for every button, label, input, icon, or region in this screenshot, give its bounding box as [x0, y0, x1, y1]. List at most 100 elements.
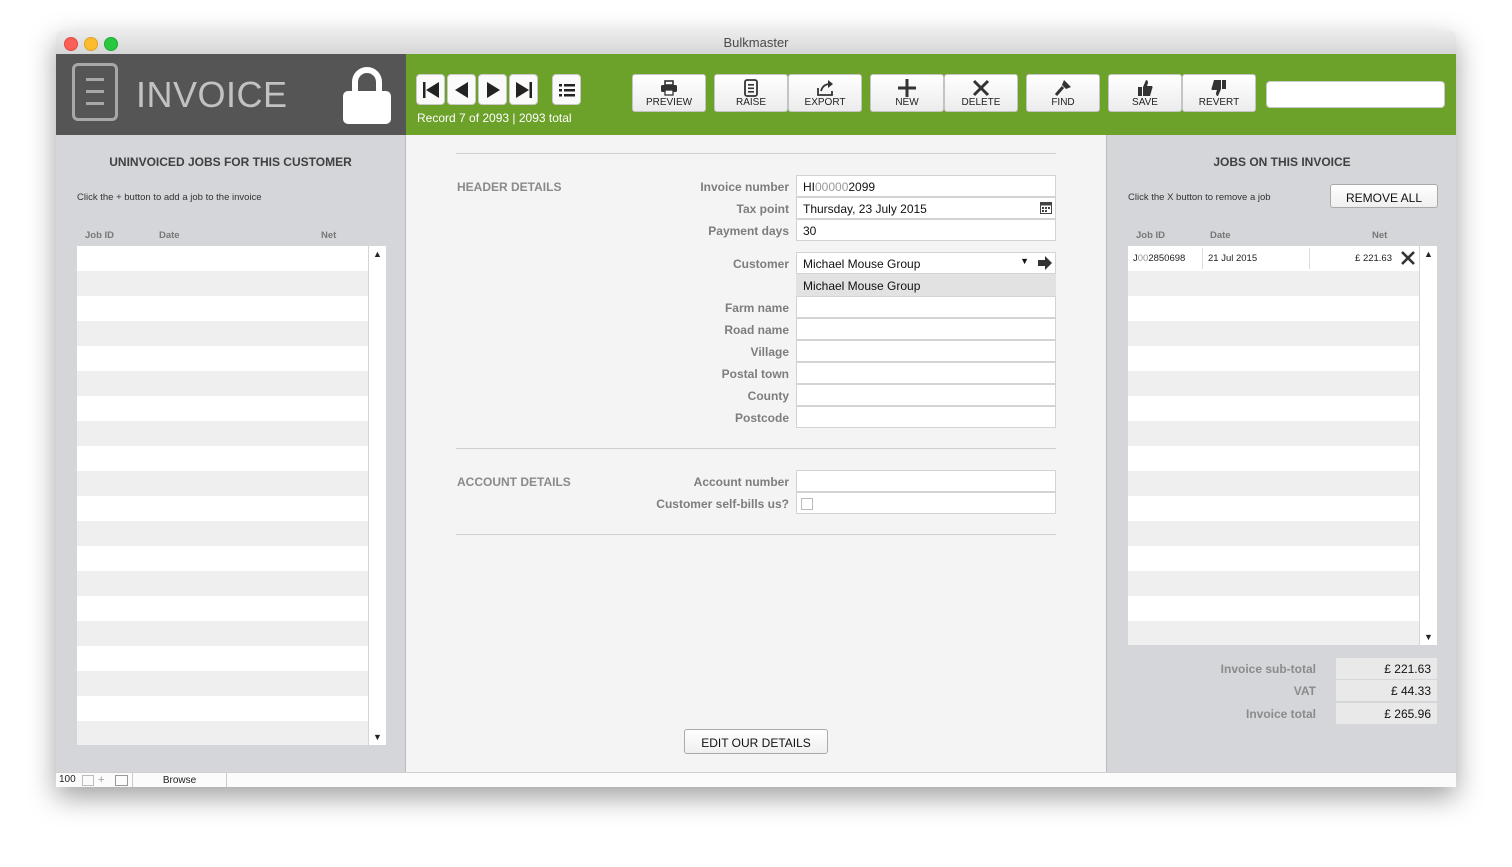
- module-header: INVOICE: [56, 54, 406, 135]
- farm-name-field[interactable]: [796, 296, 1056, 318]
- remove-job-icon[interactable]: [1400, 250, 1416, 266]
- list-item: [77, 696, 368, 721]
- column-header-job-id: Job ID: [1136, 230, 1166, 241]
- mode-indicator[interactable]: Browse: [132, 773, 227, 787]
- toolbar: Record 7 of 2093 | 2093 total PREVIEW RA…: [406, 54, 1456, 135]
- preview-button[interactable]: PREVIEW: [632, 74, 706, 112]
- column-header-date: Date: [159, 230, 180, 241]
- invoice-detail-area: HEADER DETAILS Invoice number HI00000209…: [406, 135, 1106, 772]
- thumbs-down-icon: [1211, 80, 1226, 96]
- invoice-jobs-panel: JOBS ON THIS INVOICE Click the X button …: [1106, 135, 1456, 772]
- scroll-down-arrow-icon[interactable]: ▼: [1420, 632, 1437, 642]
- account-number-field[interactable]: [796, 470, 1056, 492]
- list-item: [1128, 446, 1419, 471]
- list-item: [77, 546, 368, 571]
- new-button[interactable]: NEW: [870, 74, 944, 112]
- previous-record-icon: [455, 82, 468, 98]
- delete-button[interactable]: DELETE: [944, 74, 1018, 112]
- county-label: County: [747, 389, 789, 403]
- divider: [456, 448, 1056, 449]
- postal-town-field[interactable]: [796, 362, 1056, 384]
- list-item: [77, 621, 368, 646]
- remove-all-button[interactable]: REMOVE ALL: [1330, 184, 1438, 208]
- list-item: [77, 296, 368, 321]
- list-item: [77, 371, 368, 396]
- record-info: Record 7 of 2093 | 2093 total: [417, 111, 572, 125]
- uninvoiced-jobs-hint: Click the + button to add a job to the i…: [77, 192, 262, 203]
- lock-icon[interactable]: [341, 64, 393, 126]
- arrow-right-icon[interactable]: [1037, 256, 1053, 270]
- window-title: Bulkmaster: [723, 35, 789, 50]
- invoice-number-field[interactable]: HI000002099: [796, 175, 1056, 197]
- invoice-jobs-list[interactable]: J002850698 21 Jul 2015 £ 221.63: [1128, 246, 1419, 645]
- first-record-button[interactable]: [416, 74, 445, 105]
- first-record-icon: [423, 82, 439, 98]
- tax-point-label: Tax point: [736, 202, 789, 216]
- toggle-toolbar-icon[interactable]: [115, 775, 128, 786]
- invoice-jobs-scrollbar[interactable]: ▲ ▼: [1419, 246, 1437, 645]
- revert-button[interactable]: REVERT: [1182, 74, 1256, 112]
- customer-label: Customer: [732, 257, 789, 271]
- uninvoiced-jobs-panel: UNINVOICED JOBS FOR THIS CUSTOMER Click …: [56, 135, 406, 772]
- calendar-icon[interactable]: [1040, 202, 1052, 214]
- road-name-label: Road name: [724, 323, 789, 337]
- list-item: [77, 246, 368, 271]
- list-item: [77, 271, 368, 296]
- list-item: [1128, 621, 1419, 645]
- find-button[interactable]: FIND: [1026, 74, 1100, 112]
- save-button[interactable]: SAVE: [1108, 74, 1182, 112]
- x-icon: [972, 79, 990, 97]
- document-icon: [744, 79, 758, 97]
- module-title: INVOICE: [136, 74, 288, 115]
- self-bills-checkbox[interactable]: [801, 498, 813, 510]
- edit-our-details-button[interactable]: EDIT OUR DETAILS: [684, 729, 828, 754]
- search-input[interactable]: [1266, 81, 1445, 108]
- flashlight-icon: [1054, 80, 1071, 96]
- uninvoiced-jobs-scrollbar[interactable]: ▲ ▼: [368, 246, 386, 745]
- scroll-down-arrow-icon[interactable]: ▼: [369, 732, 386, 742]
- customer-display-field: Michael Mouse Group: [796, 274, 1056, 296]
- invoice-jobs-heading: JOBS ON THIS INVOICE: [1213, 155, 1351, 169]
- export-button[interactable]: EXPORT: [788, 74, 862, 112]
- vat-label: VAT: [1293, 684, 1316, 698]
- column-header-net: Net: [1372, 230, 1388, 241]
- list-icon: [559, 84, 575, 97]
- farm-name-label: Farm name: [724, 301, 789, 315]
- list-item: [1128, 596, 1419, 621]
- subtotal-label: Invoice sub-total: [1220, 662, 1316, 676]
- list-item: [1128, 346, 1419, 371]
- next-record-button[interactable]: [478, 74, 507, 105]
- printer-icon: [661, 80, 677, 96]
- list-view-button[interactable]: [552, 74, 581, 105]
- scroll-up-arrow-icon[interactable]: ▲: [1420, 249, 1437, 259]
- list-item: [77, 471, 368, 496]
- last-record-button[interactable]: [509, 74, 538, 105]
- county-field[interactable]: [796, 384, 1056, 406]
- chevron-down-icon[interactable]: ▼: [1020, 256, 1029, 266]
- list-item: [1128, 471, 1419, 496]
- net-cell: £ 221.63: [1355, 253, 1392, 264]
- scroll-up-arrow-icon[interactable]: ▲: [369, 249, 386, 259]
- village-field[interactable]: [796, 340, 1056, 362]
- payment-days-field[interactable]: 30: [796, 219, 1056, 241]
- next-record-icon: [487, 82, 500, 98]
- tax-point-field[interactable]: Thursday, 23 July 2015: [796, 197, 1056, 219]
- list-item: [77, 646, 368, 671]
- list-item: [77, 421, 368, 446]
- zoom-level[interactable]: 100: [59, 774, 76, 785]
- uninvoiced-jobs-heading: UNINVOICED JOBS FOR THIS CUSTOMER: [109, 155, 352, 169]
- list-item: [1128, 521, 1419, 546]
- table-row[interactable]: J002850698 21 Jul 2015 £ 221.63: [1128, 246, 1419, 271]
- raise-button[interactable]: RAISE: [714, 74, 788, 112]
- zoom-in-icon[interactable]: +: [98, 774, 104, 786]
- list-item: [1128, 296, 1419, 321]
- customer-dropdown[interactable]: Michael Mouse Group ▼: [796, 252, 1056, 274]
- list-item: [1128, 321, 1419, 346]
- postcode-field[interactable]: [796, 406, 1056, 428]
- uninvoiced-jobs-list[interactable]: [77, 246, 368, 745]
- document-icon: [72, 63, 118, 121]
- road-name-field[interactable]: [796, 318, 1056, 340]
- payment-days-label: Payment days: [708, 224, 789, 238]
- zoom-out-icon[interactable]: [82, 775, 94, 786]
- previous-record-button[interactable]: [447, 74, 476, 105]
